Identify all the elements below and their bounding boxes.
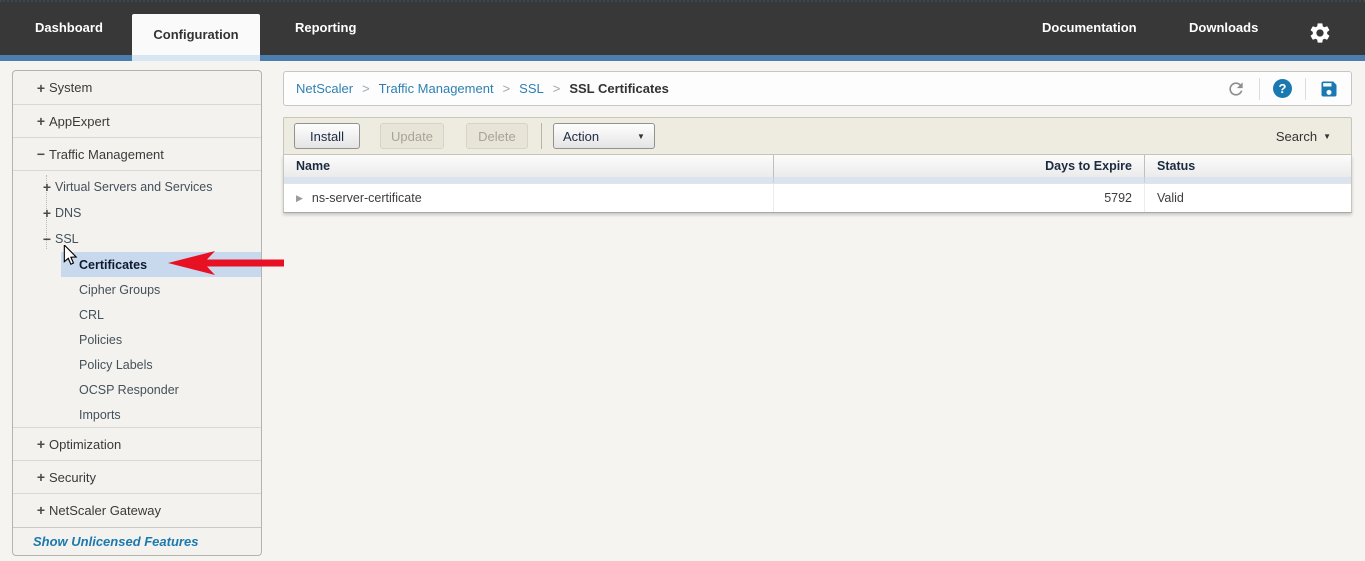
breadcrumb-link-traffic-management[interactable]: Traffic Management [379,81,494,96]
sidebar-item-crl[interactable]: CRL [13,302,261,327]
sidebar-item-label: Certificates [79,257,148,272]
sidebar-item-label: Traffic Management [49,146,164,162]
sidebar-item-label: Policy Labels [79,357,153,372]
install-button[interactable]: Install [294,123,360,149]
sidebar-item-optimization[interactable]: + Optimization [13,427,261,460]
certificate-status: Valid [1157,191,1184,205]
sidebar-item-appexpert[interactable]: + AppExpert [13,104,261,137]
nav-link-documentation[interactable]: Documentation [1042,0,1137,55]
icon-divider [1259,77,1260,100]
nav-link-downloads[interactable]: Downloads [1189,0,1258,55]
show-unlicensed-features-link[interactable]: Show Unlicensed Features [13,527,261,555]
breadcrumb-link-ssl[interactable]: SSL [519,81,544,96]
sidebar-item-netscaler-gateway[interactable]: + NetScaler Gateway [13,493,261,526]
column-header-status[interactable]: Status [1145,155,1351,177]
search-dropdown[interactable]: Search ▼ [1276,129,1341,144]
breadcrumb-separator: > [552,81,561,96]
update-button[interactable]: Update [379,123,444,149]
breadcrumb-separator: > [502,81,511,96]
breadcrumb: NetScaler > Traffic Management > SSL > S… [283,71,1352,106]
sidebar-item-cipher-groups[interactable]: Cipher Groups [13,277,261,302]
action-dropdown[interactable]: Action ▼ [552,123,655,149]
sidebar-item-imports[interactable]: Imports [13,402,261,427]
chevron-down-icon: ▼ [1323,131,1331,141]
column-header-name[interactable]: Name [284,155,774,177]
expand-icon[interactable]: + [39,205,55,221]
sidebar-item-virtual-servers-and-services[interactable]: + Virtual Servers and Services [13,174,261,200]
sidebar-item-label: AppExpert [49,113,110,129]
table-header-accent-strip [284,177,1351,183]
sidebar-item-label: Virtual Servers and Services [55,180,213,194]
tab-configuration[interactable]: Configuration [132,14,260,55]
sidebar-item-label: Policies [79,332,123,347]
refresh-icon[interactable] [1226,79,1246,99]
sidebar-item-label: SSL [55,232,79,246]
netscaler-configuration-page: Dashboard Configuration Reporting Docume… [0,0,1365,561]
sidebar-item-security[interactable]: + Security [13,460,261,493]
expand-icon[interactable]: + [33,113,49,129]
search-label: Search [1275,128,1318,144]
tab-reporting[interactable]: Reporting [295,0,356,55]
expand-icon[interactable]: + [33,80,49,96]
expand-icon[interactable]: + [39,179,55,195]
sidebar-item-label: Imports [79,407,121,422]
collapse-icon[interactable]: − [39,231,55,247]
certificates-table: Name Days to Expire Status ▶ ns-server-c… [283,155,1352,213]
annotation-arrow [168,251,288,280]
action-dropdown-label: Action [562,128,600,144]
expand-icon[interactable]: + [33,502,49,518]
table-header-row: Name Days to Expire Status [284,155,1351,177]
delete-button[interactable]: Delete [465,123,528,149]
expand-icon[interactable]: + [33,469,49,485]
sidebar-item-policies[interactable]: Policies [13,327,261,352]
certificates-toolbar: Install Update Delete Action ▼ Search ▼ [283,117,1352,155]
breadcrumb-link-netscaler[interactable]: NetScaler [296,81,353,96]
breadcrumb-actions: ? [1226,77,1339,100]
tab-dashboard[interactable]: Dashboard [35,0,103,55]
traffic-management-subtree: + Virtual Servers and Services + DNS − S… [13,170,261,427]
sidebar-item-label: CRL [79,307,105,322]
sidebar-item-ssl[interactable]: − SSL [13,226,261,252]
sidebar-item-label: DNS [55,206,82,220]
sidebar-item-dns[interactable]: + DNS [13,200,261,226]
sidebar-navigation-tree: + System + AppExpert − Traffic Managemen… [12,70,262,556]
sidebar-item-system[interactable]: + System [13,71,261,104]
gear-icon[interactable] [1308,21,1332,45]
chevron-down-icon: ▼ [637,131,645,141]
mouse-cursor [63,243,78,271]
tab-configuration-footer [132,55,260,61]
sidebar-item-traffic-management[interactable]: − Traffic Management [13,137,261,170]
expand-icon[interactable]: + [33,436,49,452]
toolbar-divider [540,123,542,149]
column-header-days-to-expire[interactable]: Days to Expire [774,155,1145,177]
sidebar-item-label: System [49,80,93,95]
sidebar-item-label: Optimization [49,436,122,452]
certificate-name: ns-server-certificate [311,191,422,205]
help-icon[interactable]: ? [1273,79,1292,98]
certificate-days-to-expire: 5792 [774,184,1145,212]
sidebar-item-label: NetScaler Gateway [49,502,161,518]
icon-divider [1305,77,1306,100]
breadcrumb-separator: > [362,81,370,96]
sidebar-item-label: OCSP Responder [79,382,179,397]
row-expander-icon[interactable]: ▶ [296,193,303,204]
sidebar-item-policy-labels[interactable]: Policy Labels [13,352,261,377]
breadcrumb-current-page: SSL Certificates [569,81,669,96]
collapse-icon[interactable]: − [33,146,49,162]
sidebar-item-label: Cipher Groups [79,282,161,297]
sidebar-item-label: Security [49,469,96,485]
sidebar-item-ocsp-responder[interactable]: OCSP Responder [13,377,261,402]
table-row[interactable]: ▶ ns-server-certificate 5792 Valid [284,183,1351,212]
save-icon[interactable] [1319,79,1339,99]
